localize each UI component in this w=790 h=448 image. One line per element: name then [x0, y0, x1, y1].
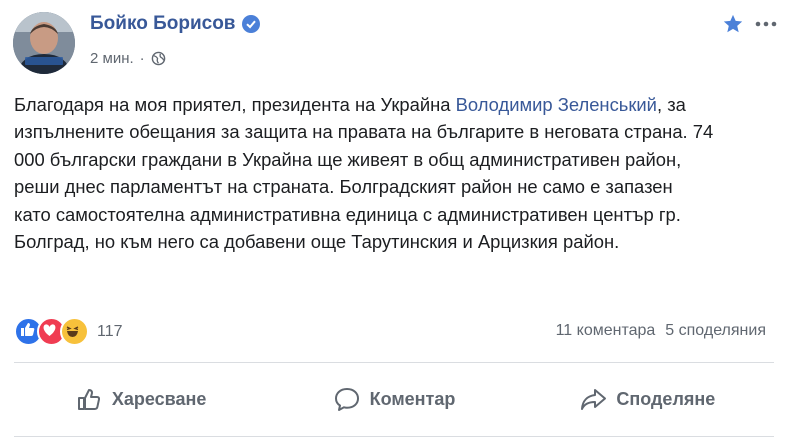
mention-link[interactable]: Володимир Зеленський [456, 94, 657, 115]
reactions-summary[interactable]: 117 [14, 317, 123, 346]
facebook-post: Бойко Борисов 2 мин. · Благодаря на моя … [0, 0, 790, 448]
share-button-label: Споделяне [616, 388, 716, 409]
shares-count[interactable]: 5 споделяния [665, 322, 766, 340]
star-icon[interactable] [722, 13, 744, 35]
post-text: Благодаря на моя приятел, президента на … [14, 91, 714, 255]
verified-badge-icon [241, 15, 260, 33]
post-stats: 11 коментара 5 споделяния [556, 322, 766, 340]
divider-bottom [14, 436, 774, 437]
like-button[interactable]: Харесване [14, 370, 267, 428]
comment-button-label: Коментар [369, 388, 456, 409]
comment-button[interactable]: Коментар [267, 370, 520, 428]
meta-separator: · [139, 50, 145, 67]
share-button[interactable]: Споделяне [521, 370, 774, 428]
globe-icon[interactable] [151, 51, 166, 66]
comments-count[interactable]: 11 коментара [556, 322, 656, 340]
author-avatar[interactable] [13, 12, 75, 74]
divider-top [14, 362, 774, 363]
comment-bubble-icon [334, 388, 359, 411]
post-actions: Харесване Коментар Споделяне [14, 370, 774, 428]
more-options-icon[interactable] [755, 16, 777, 32]
avatar-photo [13, 12, 75, 74]
thumbs-up-icon [77, 389, 100, 410]
author-name-row: Бойко Борисов [90, 13, 260, 35]
post-timestamp[interactable]: 2 мин. [90, 50, 134, 67]
post-text-part2: , за изпълнените обещания за защита на п… [14, 94, 714, 253]
post-text-part1: Благодаря на моя приятел, президента на … [14, 94, 456, 115]
reaction-count[interactable]: 117 [97, 323, 123, 341]
haha-reaction-icon [60, 317, 89, 346]
post-meta: 2 мин. · [90, 50, 166, 67]
share-arrow-icon [581, 389, 607, 410]
author-name[interactable]: Бойко Борисов [90, 13, 236, 35]
like-button-label: Харесване [111, 388, 207, 409]
